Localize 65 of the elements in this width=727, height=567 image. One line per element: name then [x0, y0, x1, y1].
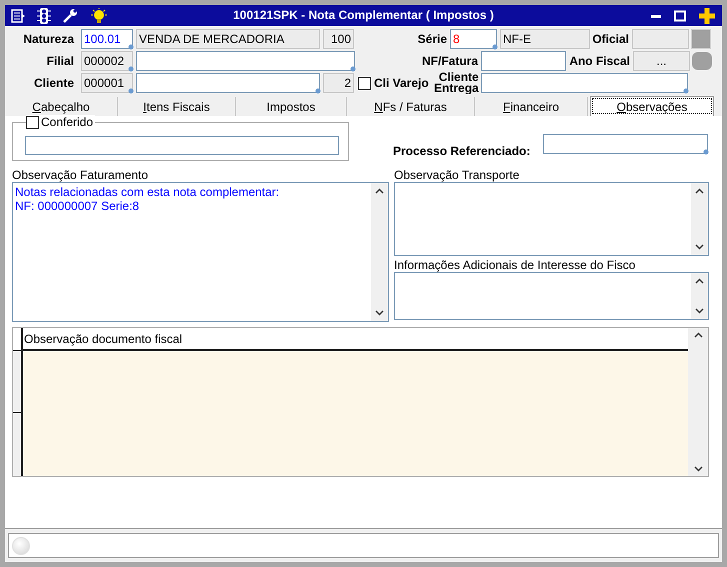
- text-area[interactable]: Notas relacionadas com esta nota complementar: NF: 000000007 Serie:8: [12, 182, 389, 322]
- checkbox[interactable]: [26, 116, 39, 128]
- window-title: 100121SPK - Nota Complementar ( Impostos ): [232, 7, 495, 24]
- field-label: Natureza: [22, 31, 76, 48]
- input-field[interactable]: [632, 29, 689, 49]
- wrench-icon[interactable]: [63, 8, 78, 23]
- input-field[interactable]: 000001: [81, 73, 133, 93]
- square-icon[interactable]: [691, 29, 711, 49]
- lookup-icon[interactable]: [492, 44, 498, 50]
- field-label: Processo Referenciado:: [393, 143, 532, 160]
- field-label: Filial: [46, 53, 75, 70]
- scrollbar[interactable]: [371, 183, 388, 321]
- input-field[interactable]: [480, 73, 688, 93]
- menu-icon[interactable]: [11, 8, 25, 22]
- input-field[interactable]: 8: [450, 29, 497, 49]
- lookup-icon[interactable]: [703, 149, 709, 155]
- checkbox-label: Cli Varejo: [374, 75, 429, 92]
- lookup-icon[interactable]: [315, 88, 321, 94]
- input-field[interactable]: [136, 73, 320, 93]
- plus-icon[interactable]: [698, 6, 716, 24]
- field-label: NF/Fatura: [420, 53, 480, 70]
- scroll-down-icon[interactable]: [695, 244, 704, 250]
- input-field[interactable]: 100.01: [81, 29, 133, 49]
- tab[interactable]: Observações: [590, 96, 714, 116]
- checkbox[interactable]: [358, 76, 371, 90]
- text-field[interactable]: [543, 134, 708, 154]
- field-label: Ano Fiscal: [568, 53, 631, 70]
- input-field[interactable]: VENDA DE MERCADORIA: [136, 29, 320, 49]
- scrollbar[interactable]: [691, 183, 708, 255]
- input-field[interactable]: 100: [323, 29, 354, 49]
- field-label: Série: [416, 31, 448, 48]
- checkbox-label: Conferido: [41, 115, 94, 129]
- lookup-icon[interactable]: [128, 66, 134, 72]
- text-line: NF: 000000007 Serie:8: [15, 199, 140, 213]
- maximize-icon[interactable]: [674, 10, 686, 22]
- field-label: Informações Adicionais de Interesse do Fisco: [394, 259, 636, 272]
- scroll-up-icon[interactable]: [375, 188, 384, 194]
- lookup-icon[interactable]: [350, 66, 356, 72]
- text-line: Notas relacionadas com esta nota complementar:: [15, 185, 280, 199]
- scroll-down-icon[interactable]: [695, 308, 704, 314]
- text-field[interactable]: [25, 136, 339, 155]
- scroll-down-icon[interactable]: [694, 466, 702, 472]
- field-label: Observação Faturamento: [12, 169, 150, 182]
- scroll-down-icon[interactable]: [375, 310, 384, 316]
- traffic-light-icon[interactable]: [37, 8, 51, 24]
- lookup-icon[interactable]: [128, 44, 134, 50]
- scroll-up-icon[interactable]: [695, 278, 704, 284]
- lookup-icon[interactable]: [682, 88, 689, 94]
- blob-icon[interactable]: [692, 52, 712, 70]
- input-field[interactable]: 000002: [81, 51, 133, 71]
- input-field[interactable]: NF-E: [500, 29, 590, 49]
- lookup-icon[interactable]: [128, 88, 134, 94]
- input-field[interactable]: [481, 51, 566, 71]
- light-bulb-icon[interactable]: [90, 8, 108, 24]
- scrollbar[interactable]: [691, 273, 708, 319]
- status-light-icon: [12, 536, 30, 554]
- input-field[interactable]: ...: [633, 51, 690, 71]
- field-label: Cliente: [32, 75, 75, 92]
- input-field[interactable]: 2: [323, 73, 354, 93]
- input-field[interactable]: [136, 51, 355, 71]
- scroll-up-icon[interactable]: [695, 188, 704, 194]
- field-label: Oficial: [591, 31, 630, 48]
- scrollbar[interactable]: [688, 328, 708, 476]
- scroll-up-icon[interactable]: [694, 332, 702, 338]
- field-label: Observação Transporte: [394, 169, 520, 182]
